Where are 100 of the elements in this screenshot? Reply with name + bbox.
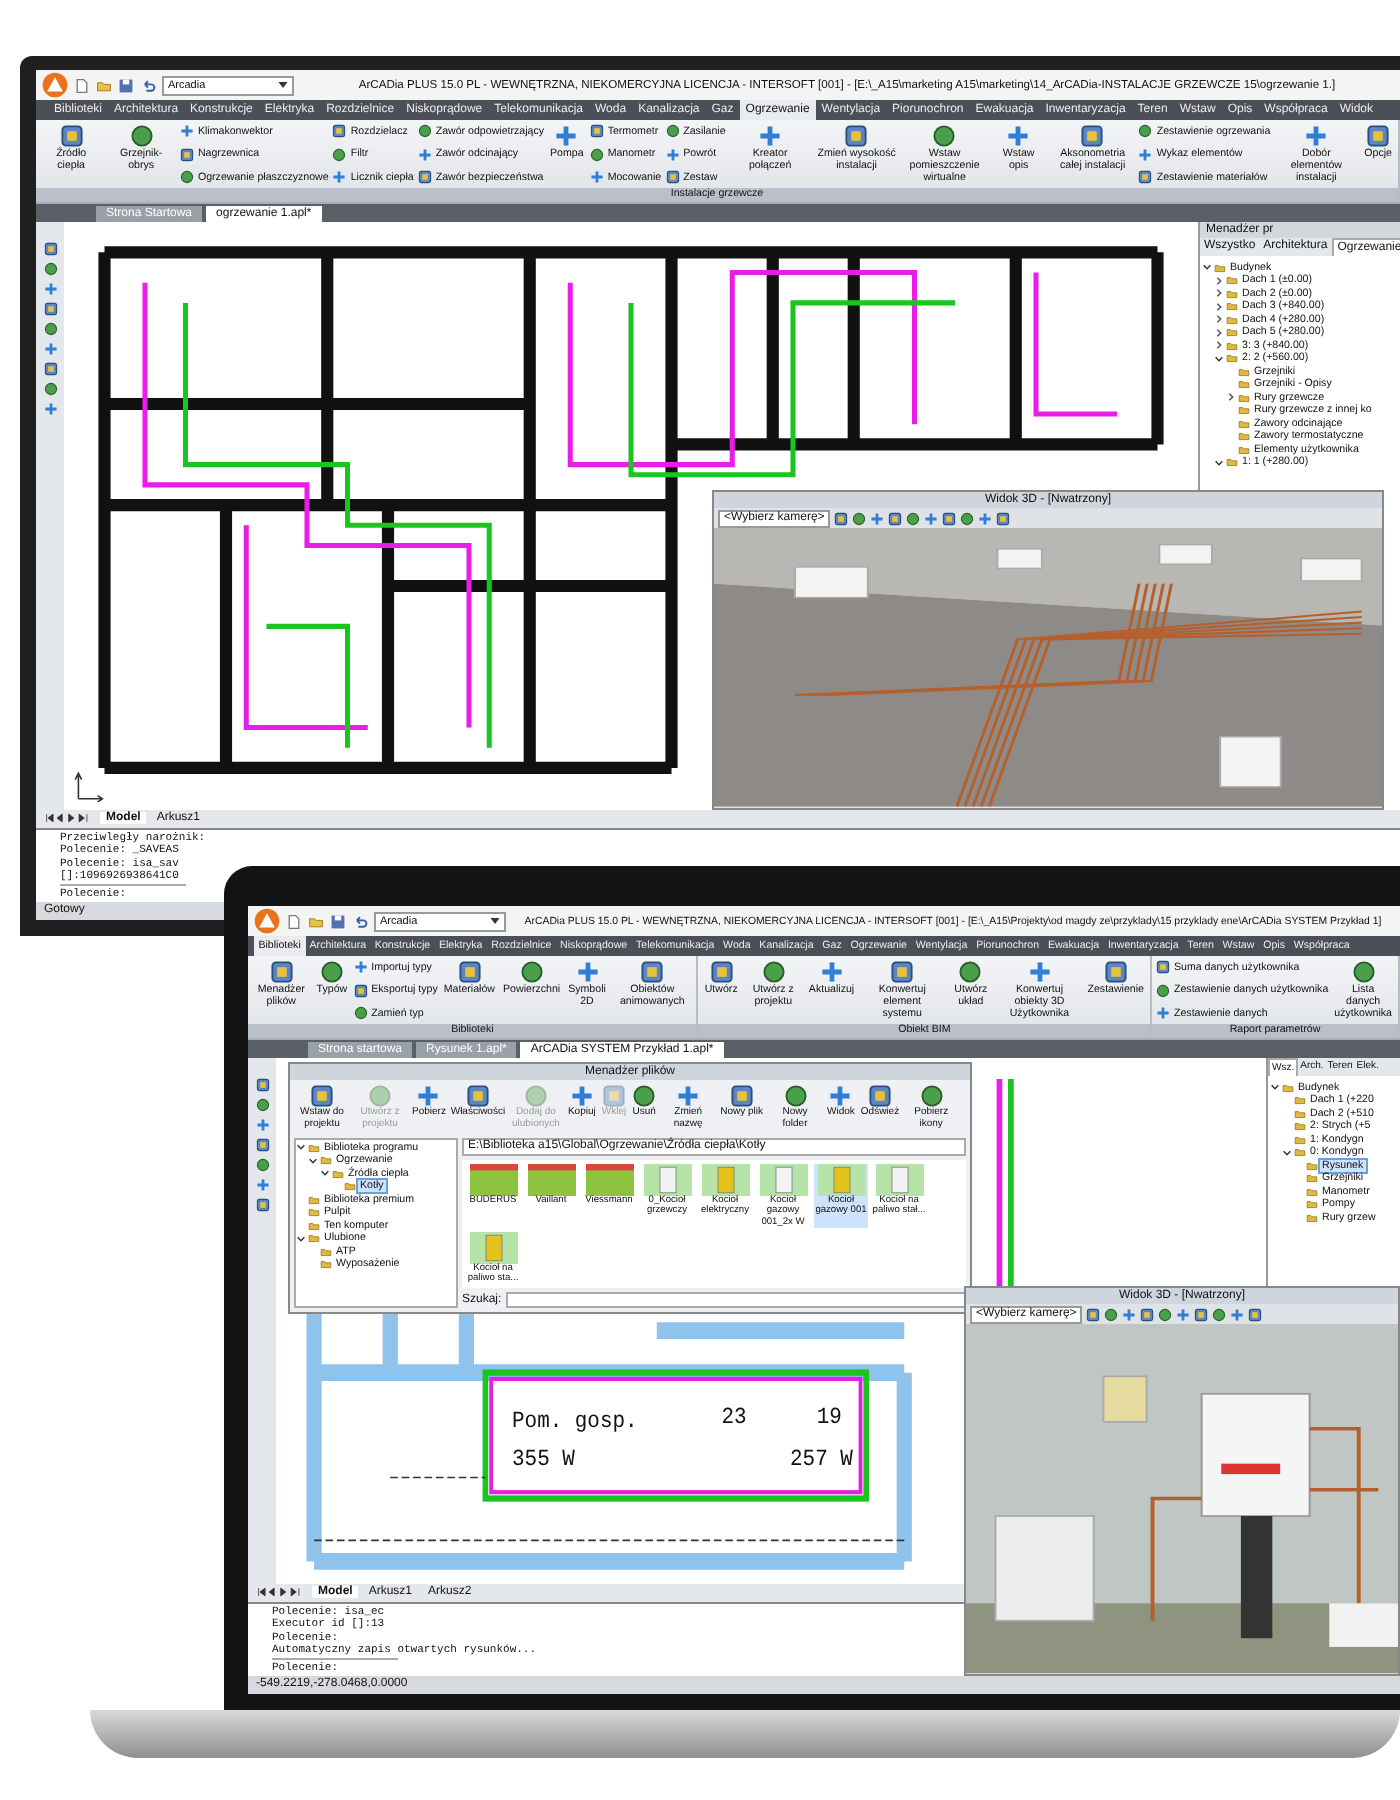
- plus-icon: [569, 1084, 594, 1109]
- boiler-thumbnail: [817, 1164, 865, 1197]
- boiler-thumbnail: [759, 1164, 807, 1197]
- square-icon: [1156, 960, 1170, 974]
- plan-label: 355 W: [512, 1449, 575, 1475]
- new-file-icon[interactable]: [286, 913, 302, 929]
- square-icon: [465, 1084, 490, 1109]
- square-icon: [310, 1084, 334, 1109]
- plus-icon: [255, 1178, 269, 1193]
- plus-icon: [665, 147, 680, 162]
- plan-label: 23: [721, 1407, 747, 1433]
- circle-icon: [353, 1006, 368, 1021]
- circle-icon: [43, 322, 57, 337]
- plus-icon: [353, 960, 368, 974]
- circle-icon: [1351, 960, 1376, 984]
- new-file-icon[interactable]: [74, 77, 90, 93]
- circle-icon: [332, 147, 347, 162]
- plus-icon: [870, 511, 885, 526]
- square-icon: [888, 511, 903, 526]
- plus-icon: [676, 1084, 701, 1109]
- square-icon: [43, 302, 57, 317]
- square-icon: [834, 511, 849, 526]
- plan-label: 19: [816, 1407, 842, 1433]
- circle-icon: [665, 124, 680, 138]
- square-icon: [640, 960, 665, 984]
- circle-icon: [852, 511, 867, 526]
- circle-icon: [368, 1084, 392, 1109]
- square-icon: [255, 1078, 269, 1093]
- save-icon[interactable]: [118, 77, 134, 93]
- square-icon: [1366, 124, 1391, 148]
- plus-icon: [1176, 1307, 1191, 1322]
- folder-thumbnail: [469, 1164, 517, 1197]
- undo-icon[interactable]: [352, 913, 368, 929]
- undo-icon[interactable]: [140, 77, 156, 93]
- circle-icon: [932, 124, 957, 148]
- plus-icon: [828, 1084, 853, 1109]
- plus-icon: [575, 960, 599, 984]
- circle-icon: [417, 124, 432, 138]
- circle-icon: [523, 1084, 548, 1109]
- square-icon: [1080, 124, 1105, 148]
- square-icon: [890, 960, 915, 984]
- search-field[interactable]: [505, 1291, 966, 1308]
- square-icon: [665, 170, 680, 185]
- square-icon: [1194, 1307, 1209, 1322]
- square-icon: [353, 983, 368, 998]
- plus-icon: [758, 124, 783, 148]
- square-icon: [1103, 960, 1128, 984]
- boiler-thumbnail: [875, 1164, 923, 1197]
- circle-icon: [1138, 124, 1153, 138]
- plus-icon: [1027, 960, 1052, 984]
- plus-icon: [1304, 124, 1329, 148]
- folder-icon[interactable]: [308, 913, 324, 929]
- square-icon: [43, 242, 57, 257]
- folder-icon[interactable]: [96, 77, 112, 93]
- square-icon: [417, 170, 432, 185]
- circle-icon: [1104, 1307, 1119, 1322]
- plus-icon: [416, 1084, 441, 1109]
- circle-icon: [919, 1084, 944, 1109]
- square-icon: [729, 1084, 754, 1109]
- circle-icon: [958, 960, 983, 984]
- folder-thumbnail: [527, 1164, 575, 1197]
- square-icon: [1248, 1307, 1263, 1322]
- square-icon: [179, 147, 194, 162]
- plan-label: Pom. gosp.: [512, 1411, 638, 1437]
- circle-icon: [1158, 1307, 1173, 1322]
- circle-icon: [255, 1098, 269, 1113]
- circle-icon: [129, 124, 154, 148]
- plus-icon: [1156, 1006, 1170, 1021]
- plus-icon: [43, 282, 57, 297]
- plus-icon: [255, 1118, 269, 1133]
- square-icon: [43, 362, 57, 377]
- square-icon: [1086, 1307, 1101, 1322]
- circle-icon: [1156, 983, 1170, 998]
- plus-icon: [554, 124, 579, 148]
- save-icon[interactable]: [330, 913, 346, 929]
- folder-thumbnail: [585, 1164, 633, 1197]
- circle-icon: [43, 382, 57, 397]
- circle-icon: [519, 960, 544, 984]
- plus-icon: [924, 511, 939, 526]
- boiler-thumbnail: [643, 1164, 691, 1197]
- circle-icon: [906, 511, 921, 526]
- plus-icon: [1230, 1307, 1245, 1322]
- square-icon: [996, 511, 1011, 526]
- square-icon: [457, 960, 482, 984]
- plus-icon: [179, 124, 194, 138]
- boiler-thumbnail: [701, 1164, 749, 1197]
- plus-icon: [819, 960, 844, 984]
- circle-icon: [632, 1084, 657, 1109]
- square-icon: [709, 960, 734, 984]
- ucs-axis-icon: [72, 769, 104, 802]
- square-icon: [332, 124, 347, 138]
- square-icon: [844, 124, 869, 148]
- square-icon: [942, 511, 957, 526]
- square-icon: [589, 124, 604, 138]
- circle-icon: [783, 1084, 807, 1109]
- circle-icon: [43, 262, 57, 277]
- square-icon: [1140, 1307, 1155, 1322]
- plus-icon: [1006, 124, 1031, 148]
- square-icon: [255, 1198, 269, 1213]
- circle-icon: [179, 170, 194, 185]
